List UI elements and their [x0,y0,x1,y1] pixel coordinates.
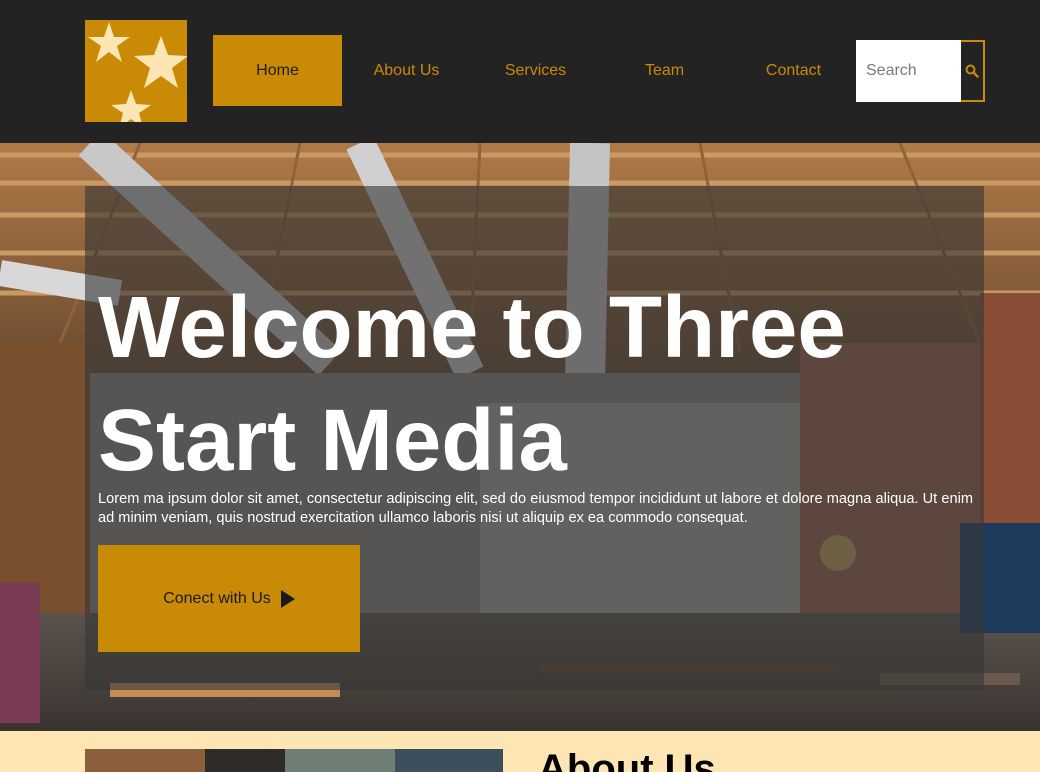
nav-home[interactable]: Home [213,35,342,106]
site-header: Home About Us Services Team Contact [0,0,1040,143]
hero-description: Lorem ma ipsum dolor sit amet, consectet… [98,491,973,526]
about-section: About Us [0,731,1040,772]
about-heading: About Us [538,747,716,772]
three-stars-logo[interactable] [85,20,187,122]
connect-button[interactable]: Conect with Us [98,545,360,652]
nav-contact[interactable]: Contact [729,35,858,106]
nav-services[interactable]: Services [471,35,600,106]
nav-team[interactable]: Team [600,35,729,106]
hero-title: Welcome to Three Start Media [98,279,846,489]
nav-about-us[interactable]: About Us [342,35,471,106]
play-triangle-icon [280,589,295,608]
hero-section: Welcome to Three Start Media Lorem ma ip… [0,143,1040,731]
search-button[interactable] [961,40,985,102]
main-nav: Home About Us Services Team Contact [213,35,858,106]
search-icon [965,64,979,78]
about-image [85,749,503,772]
connect-button-label: Conect with Us [163,589,271,607]
search-input[interactable] [856,40,961,102]
search-form [856,40,985,102]
